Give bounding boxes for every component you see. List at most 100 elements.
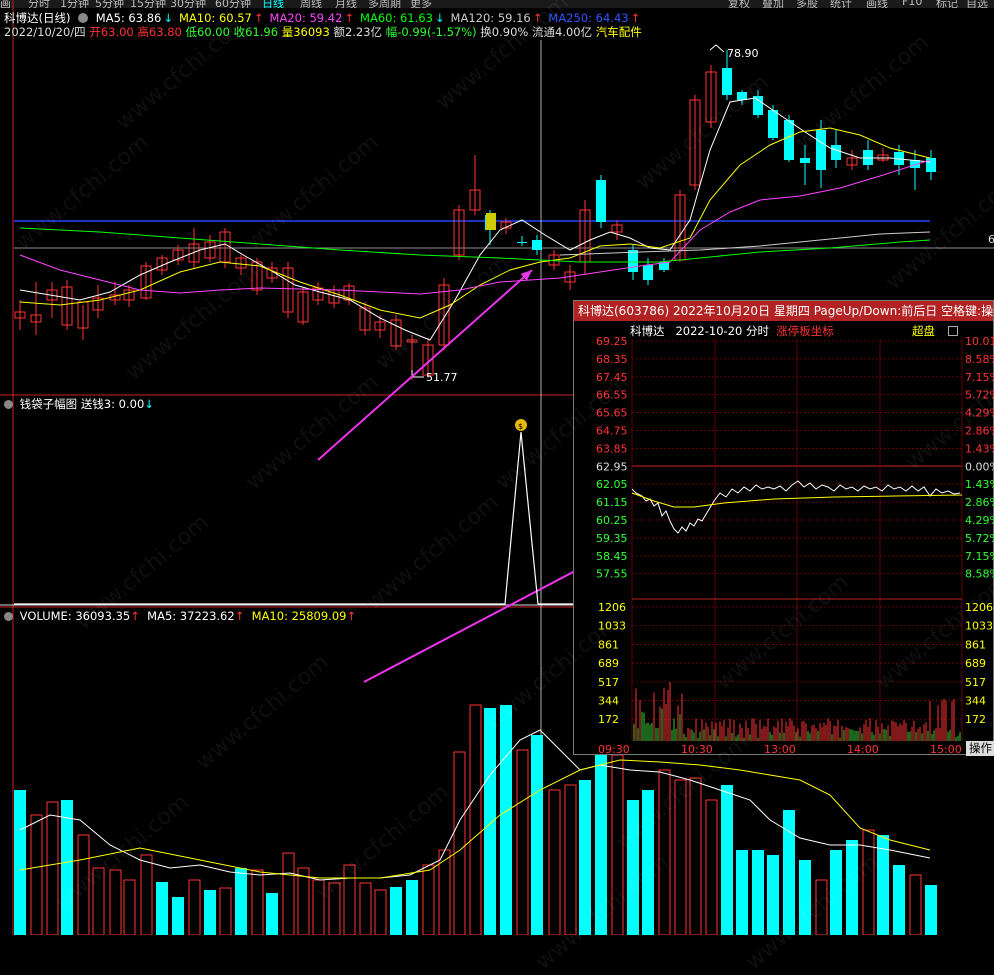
volume-bar [406,880,418,935]
volume-bar [500,705,512,935]
stock-title: 科博达(日线) [4,11,71,25]
volume-bar [736,850,748,935]
volume-settings-icon[interactable] [4,612,13,621]
popup-vol-label-right: 1033 [965,620,993,633]
volume-bar [172,897,184,935]
volume-bar [61,800,73,935]
candle-body [784,120,794,160]
indicator-line [14,431,575,605]
indicator-settings-icon[interactable] [4,400,13,409]
candle-body [486,213,496,230]
intraday-chart: 69.25 68.35 67.45 66.55 65.65 64.75 63.85 62.95… [596,335,994,756]
popup-pct-label: 8.58% [965,353,994,366]
volume-bar [484,708,496,935]
volume-bar [140,854,153,935]
candle-body [737,92,747,100]
info-high: 高63.80 [137,25,182,39]
popup-price-label: 68.35 [596,353,628,366]
volume-bar [390,887,402,935]
popup-vol-label-right: 1206 [965,601,993,614]
popup-pct-label: 5.72% [965,389,994,402]
popup-pct-label: 1.43% [965,442,994,455]
popup-price-label: 63.85 [596,442,628,455]
volume-bar [235,868,247,935]
popup-time-label: 09:30 [598,743,630,756]
volume-bar [925,885,937,935]
ma-label: MA20: 59.42 [269,11,343,25]
volume-arrow: ↑ [130,609,140,623]
popup-vol-label-right: 517 [965,676,986,689]
volume-bar [909,874,922,935]
popup-vol-label-right: 344 [965,695,986,708]
volume-bar [627,800,639,935]
volume-bar [266,893,278,935]
volume-bar [799,860,811,935]
indicator-arrow: ↓ [144,397,154,411]
volume-bar [328,882,341,935]
volume-bar [297,867,310,935]
popup-vol-label-right: 689 [965,657,986,670]
candle-body [753,96,763,115]
high-price-label: 78.90 [727,47,759,60]
ma120-line [559,231,931,256]
volume-bar [642,790,654,935]
volume-bar [343,864,356,935]
volume-bar [30,814,43,935]
volume-bar [658,769,671,935]
ma-arrow: ↓ [163,11,173,25]
candle-body [768,110,778,138]
candle-body [831,145,841,160]
ma-label: MA120: 59.16 [450,11,531,25]
popup-pct-label: 2.86% [965,496,994,509]
popup-price-label: 66.55 [596,389,628,402]
popup-price-label: 62.95 [596,460,628,473]
popup-vol-label: 689 [598,657,619,670]
volume-bar [611,754,624,935]
settings-icon[interactable] [78,13,89,23]
volume-bar [689,777,702,935]
ma-arrow: ↑ [253,11,264,25]
volume-bar [453,751,466,935]
volume-bar [188,879,201,935]
popup-price-label: 59.35 [596,532,628,545]
volume-value: VOLUME: 36093.35 [19,609,131,623]
popup-vol-label: 517 [598,676,619,689]
popup-pct-label: 4.29% [965,514,994,527]
candle-body [532,240,542,250]
ma-arrow: ↓ [434,11,445,25]
volume-bar [846,840,858,935]
ma-label: MA5: 63.86 [95,11,162,25]
volume-bar [14,790,26,935]
volume-bar [595,752,607,935]
popup-vol-label: 1206 [598,601,626,614]
indicator-title: 钱袋子幅图 [19,397,78,411]
info-industry: 汽车配件 [595,25,642,39]
info-amount: 额2.23亿 [333,25,383,39]
info-change: 幅-0.99(-1.57%) [385,25,477,39]
volume-bar [674,779,687,935]
volume-ma5-arrow: ↑ [234,609,245,623]
volume-bar [46,801,59,935]
volume-bar [109,869,122,935]
volume-bar [548,789,561,935]
candle-body [517,242,527,243]
low-price-label: 51.77 [426,371,458,384]
volume-bar [282,852,295,935]
volume-bar [752,850,764,935]
popup-time-label: 13:00 [764,743,796,756]
popup-pct-label: 5.72% [965,532,994,545]
popup-price-label: 62.05 [596,478,628,491]
popup-pct-label: 7.15% [965,371,994,384]
candle-body [596,180,606,222]
popup-vol-label: 172 [598,713,619,726]
intraday-popup[interactable]: 科博达(603786) 2022年10月20日 星期四 PageUp/Down:… [573,300,994,756]
info-turnover: 换0.90% [480,25,529,39]
volume-bar [767,855,779,935]
candle-body [643,265,653,280]
volume-bar [422,864,435,935]
operate-button[interactable]: 操作 [966,741,994,756]
volume-bar [830,850,842,935]
volume-bar [219,887,232,935]
ma-label: MA250: 64.43 [548,11,629,25]
popup-time-label: 15:00 [930,743,962,756]
